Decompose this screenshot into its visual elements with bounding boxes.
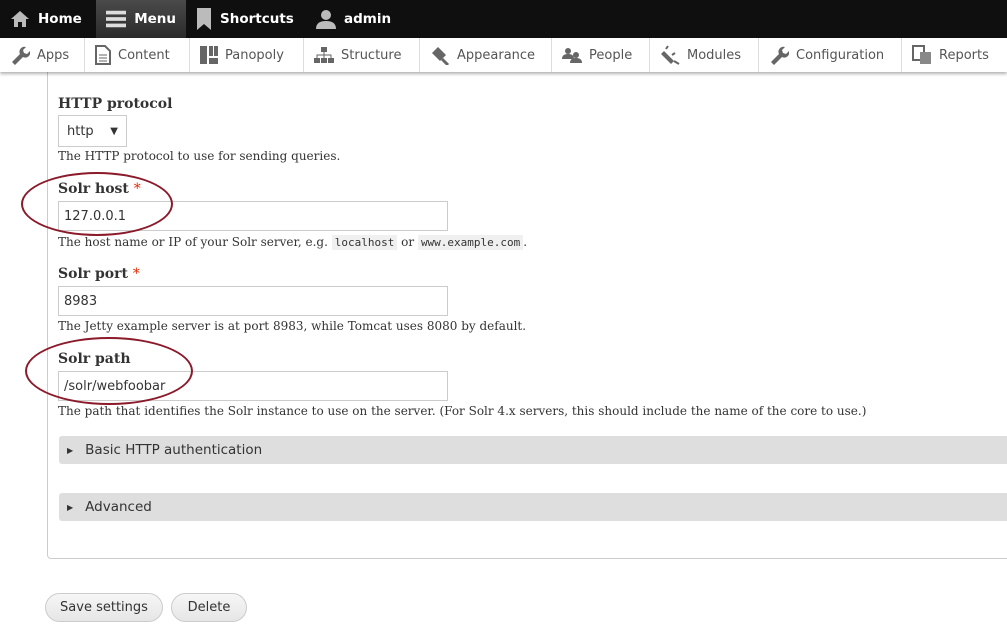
- toolbar-user-label: admin: [344, 11, 392, 27]
- tray-label: Content: [118, 47, 170, 63]
- tray-configuration[interactable]: Configuration: [759, 38, 902, 72]
- host-label: Solr host *: [58, 181, 141, 197]
- port-input[interactable]: [58, 286, 448, 316]
- tray-label: People: [589, 47, 633, 63]
- host-label-text: Solr host: [58, 181, 129, 197]
- panels-icon: [200, 46, 218, 64]
- host-description: The host name or IP of your Solr server,…: [58, 235, 528, 250]
- protocol-label: HTTP protocol: [58, 96, 173, 112]
- basic-auth-toggle[interactable]: ▶ Basic HTTP authentication: [59, 436, 1007, 464]
- tray-reports[interactable]: Reports: [902, 38, 1007, 72]
- reports-icon: [912, 45, 931, 64]
- paintbrush-icon: [432, 47, 450, 65]
- port-label: Solr port *: [58, 266, 140, 282]
- tray-label: Appearance: [457, 47, 536, 63]
- host-input[interactable]: [58, 201, 448, 231]
- save-settings-button[interactable]: Save settings: [45, 593, 163, 622]
- tray-apps[interactable]: Apps: [0, 38, 85, 72]
- port-label-text: Solr port: [58, 266, 128, 282]
- toolbar-shortcuts-label: Shortcuts: [220, 11, 294, 27]
- admin-tray: Apps Content Panopoly Structure Appearan…: [0, 38, 1007, 72]
- tray-modules[interactable]: Modules: [650, 38, 759, 72]
- tray-label: Modules: [687, 47, 742, 63]
- port-description: The Jetty example server is at port 8983…: [58, 319, 527, 333]
- wrench-icon: [12, 46, 30, 65]
- dropdown-arrow-icon: ▼: [110, 125, 118, 137]
- section-label: Advanced: [85, 499, 152, 515]
- tray-appearance[interactable]: Appearance: [420, 38, 552, 72]
- tray-content[interactable]: Content: [85, 38, 190, 72]
- protocol-description: The HTTP protocol to use for sending que…: [58, 149, 341, 163]
- toolbar-home-label: Home: [38, 11, 82, 27]
- menu-icon: [106, 10, 127, 28]
- toolbar-menu[interactable]: Menu: [96, 0, 186, 38]
- path-description: The path that identifies the Solr instan…: [58, 404, 867, 418]
- user-icon: [316, 10, 336, 29]
- delete-button[interactable]: Delete: [171, 593, 247, 622]
- toolbar-menu-label: Menu: [134, 11, 176, 27]
- expand-triangle-icon: ▶: [67, 502, 74, 512]
- home-icon: [11, 11, 29, 27]
- desc-text: or: [397, 235, 418, 249]
- toolbar-home[interactable]: Home: [0, 0, 96, 38]
- people-icon: [562, 48, 582, 63]
- code-example: www.example.com: [417, 235, 524, 250]
- section-label: Basic HTTP authentication: [85, 442, 263, 458]
- toolbar-user[interactable]: admin: [306, 0, 401, 38]
- protocol-select[interactable]: http ▼: [58, 115, 127, 147]
- document-icon: [95, 45, 111, 65]
- tray-panopoly[interactable]: Panopoly: [190, 38, 304, 72]
- tray-label: Panopoly: [225, 47, 284, 63]
- code-localhost: localhost: [331, 235, 398, 250]
- path-input[interactable]: [58, 371, 448, 401]
- toolbar-shortcuts[interactable]: Shortcuts: [186, 0, 306, 38]
- tray-label: Configuration: [796, 47, 885, 63]
- required-marker: *: [132, 266, 140, 282]
- path-label: Solr path: [58, 351, 131, 367]
- protocol-value: http: [67, 123, 94, 139]
- plug-icon: [661, 45, 680, 65]
- desc-text: .: [523, 235, 528, 249]
- tray-structure[interactable]: Structure: [304, 38, 420, 72]
- required-marker: *: [133, 181, 141, 197]
- tray-label: Apps: [37, 47, 70, 63]
- tray-label: Reports: [939, 47, 989, 63]
- wrench-icon: [771, 46, 789, 65]
- sitemap-icon: [314, 47, 334, 63]
- tray-people[interactable]: People: [552, 38, 650, 72]
- tray-label: Structure: [341, 47, 402, 63]
- advanced-toggle[interactable]: ▶ Advanced: [59, 493, 1007, 521]
- desc-text: The host name or IP of your Solr server,…: [58, 235, 332, 249]
- admin-toolbar: Home Menu Shortcuts admin: [0, 0, 1007, 38]
- bookmark-icon: [197, 8, 211, 30]
- expand-triangle-icon: ▶: [67, 445, 74, 455]
